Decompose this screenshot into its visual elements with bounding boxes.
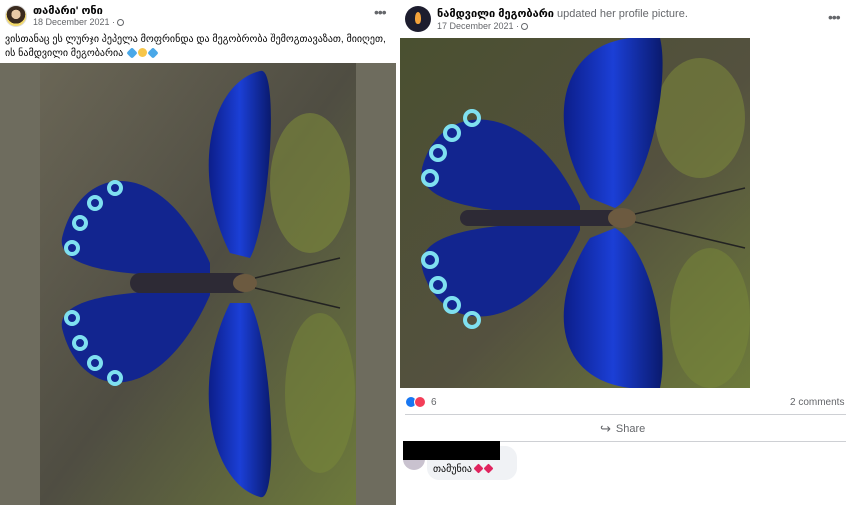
- post-date[interactable]: 18 December 2021 ·: [33, 17, 125, 27]
- comments-count-link[interactable]: 2 comments: [790, 397, 844, 408]
- red-heart-icon: [473, 463, 484, 474]
- globe-icon: [521, 23, 529, 30]
- comment-text: თამუნია: [433, 463, 494, 475]
- smiling-face-icon: [138, 48, 148, 57]
- left-post: თამარი' ონი 18 December 2021 · ••• ვისთა…: [0, 0, 396, 505]
- red-heart-icon: [483, 463, 494, 474]
- more-options-icon[interactable]: •••: [374, 4, 387, 20]
- share-arrow-icon: ↪: [600, 421, 611, 436]
- love-reaction-icon: [414, 396, 426, 408]
- post-caption: ვისთანაც ეს ლურჯი პეპელა მოფრინდა და მეგ…: [5, 33, 393, 61]
- post-date[interactable]: 17 December 2021 ·: [437, 21, 529, 31]
- author-name[interactable]: ნამდვილი მეგობარი: [437, 8, 554, 20]
- author-avatar[interactable]: [5, 5, 27, 27]
- right-post: ნამდვილი მეგობარი updated her profile pi…: [400, 0, 852, 505]
- share-label: Share: [615, 423, 646, 435]
- author-avatar[interactable]: [405, 6, 431, 32]
- globe-icon: [117, 19, 125, 26]
- comment-body: თამუნია: [433, 464, 473, 475]
- post-header: ნამდვილი მეგობარი updated her profile pi…: [437, 7, 688, 20]
- share-button[interactable]: ↪ Share: [600, 421, 645, 437]
- profile-picture-photo[interactable]: [400, 38, 750, 388]
- post-date-text[interactable]: 18 December 2021 ·: [33, 17, 115, 27]
- blue-heart-icon: [126, 47, 138, 59]
- redaction-bar: [403, 441, 500, 460]
- author-name[interactable]: თამარი' ონი: [33, 4, 103, 17]
- butterfly-photo[interactable]: [40, 63, 356, 505]
- post-photo-frame[interactable]: [0, 63, 396, 505]
- more-options-icon[interactable]: •••: [828, 9, 841, 25]
- blue-heart-icon: [147, 47, 159, 59]
- post-date-text[interactable]: 17 December 2021 ·: [437, 21, 519, 31]
- reaction-count[interactable]: 6: [431, 397, 437, 408]
- post-action-text: updated her profile picture.: [557, 8, 688, 20]
- caption-text: ვისთანაც ეს ლურჯი პეპელა მოფრინდა და მეგ…: [5, 34, 386, 59]
- divider: [405, 414, 846, 415]
- reactions-summary[interactable]: 6: [405, 396, 437, 408]
